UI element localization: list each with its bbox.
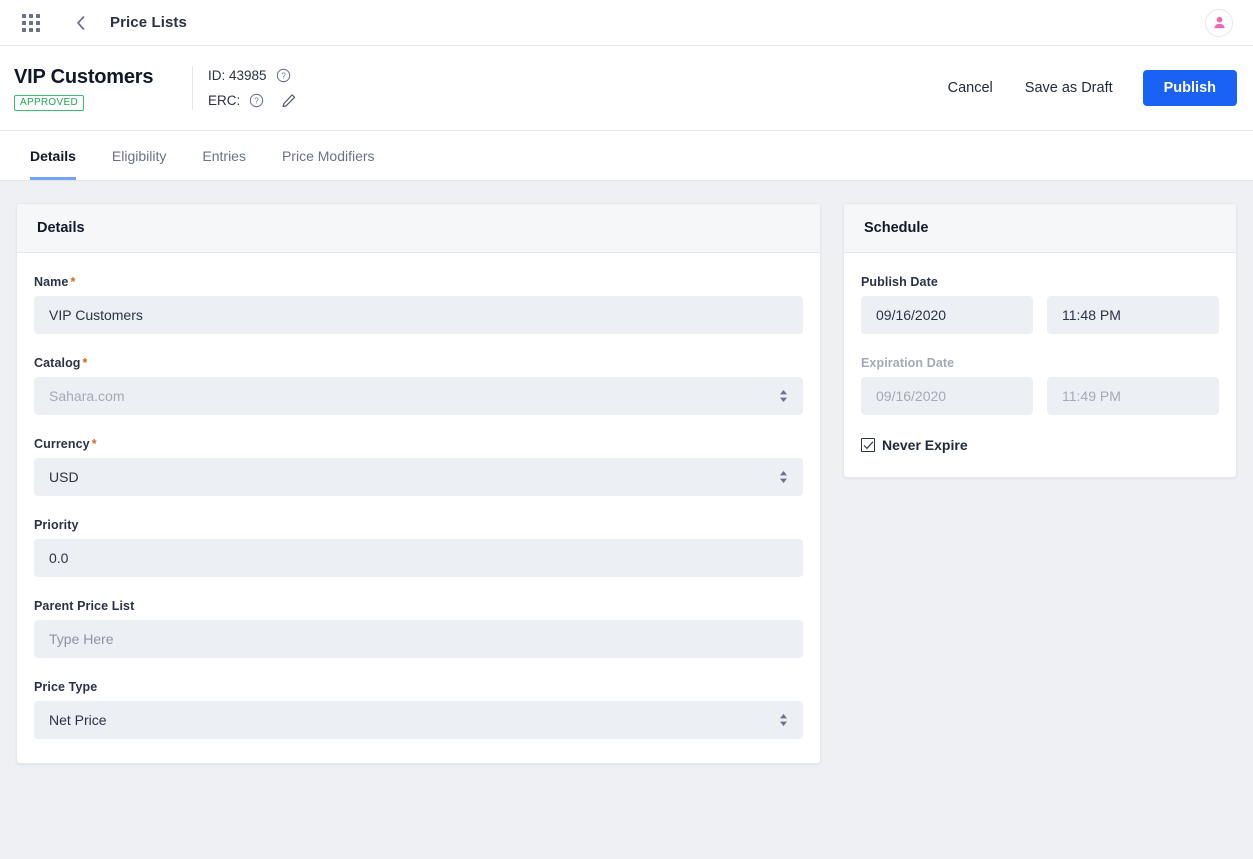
checkmark-icon <box>863 440 873 449</box>
details-card-title: Details <box>17 204 820 253</box>
schedule-card: Schedule Publish Date 09/16/2020 11:48 P… <box>843 203 1237 478</box>
help-circle-icon[interactable]: ? <box>276 68 291 83</box>
user-avatar-icon <box>1213 16 1225 29</box>
field-publish-date: Publish Date 09/16/2020 11:48 PM <box>861 275 1219 334</box>
app-bar: Price Lists <box>0 0 1253 46</box>
id-label: ID: 43985 <box>208 67 267 83</box>
schedule-card-title: Schedule <box>844 204 1236 253</box>
erc-row: ERC: ? <box>208 93 297 109</box>
details-card: Details Name * VIP Customers Catalog * Sah… <box>16 203 821 764</box>
name-label: Name * <box>34 275 803 289</box>
never-expire-row[interactable]: Never Expire <box>861 437 1219 453</box>
header-actions: Cancel Save as Draft Publish <box>932 70 1237 106</box>
field-name: Name * VIP Customers <box>34 275 803 334</box>
publish-date-row: 09/16/2020 11:48 PM <box>861 296 1219 334</box>
price-type-select-wrap: Net Price <box>34 701 803 739</box>
page-title: VIP Customers <box>14 66 154 88</box>
content-area: Details Name * VIP Customers Catalog * Sah… <box>0 181 1253 764</box>
field-expiration-date: Expiration Date 09/16/2020 11:49 PM <box>861 356 1219 415</box>
appbar-title: Price Lists <box>110 14 187 31</box>
currency-label: Currency * <box>34 437 803 451</box>
save-as-draft-button[interactable]: Save as Draft <box>1009 72 1129 104</box>
svg-text:?: ? <box>281 72 286 81</box>
catalog-label: Catalog * <box>34 356 803 370</box>
catalog-select-wrap: Sahara.com <box>34 377 803 415</box>
tab-entries[interactable]: Entries <box>202 148 246 180</box>
field-price-type: Price Type Net Price <box>34 680 803 739</box>
publish-date-input[interactable]: 09/16/2020 <box>861 296 1033 334</box>
name-label-text: Name <box>34 275 69 289</box>
pencil-edit-icon[interactable] <box>281 93 297 109</box>
tab-eligibility[interactable]: Eligibility <box>112 148 166 180</box>
erc-label: ERC: <box>208 92 241 108</box>
price-type-label: Price Type <box>34 680 98 694</box>
field-priority: Priority 0.0 <box>34 518 803 577</box>
cancel-button[interactable]: Cancel <box>932 72 1009 104</box>
publish-button[interactable]: Publish <box>1142 70 1237 106</box>
required-marker: * <box>70 275 76 289</box>
catalog-select[interactable]: Sahara.com <box>34 377 803 415</box>
grid-menu-icon[interactable] <box>22 13 40 32</box>
catalog-label-text: Catalog <box>34 356 81 370</box>
expiration-date-label: Expiration Date <box>861 356 955 370</box>
title-block: VIP Customers APPROVED <box>14 65 192 111</box>
currency-select[interactable]: USD <box>34 458 803 496</box>
name-input[interactable]: VIP Customers <box>34 296 803 334</box>
parent-price-list-input[interactable]: Type Here <box>34 620 803 658</box>
publish-time-input[interactable]: 11:48 PM <box>1047 296 1219 334</box>
field-catalog: Catalog * Sahara.com <box>34 356 803 415</box>
schedule-card-body: Publish Date 09/16/2020 11:48 PM Expirat… <box>844 253 1236 477</box>
expiration-time-input: 11:49 PM <box>1047 377 1219 415</box>
tab-bar: Details Eligibility Entries Price Modifi… <box>0 131 1253 181</box>
details-card-body: Name * VIP Customers Catalog * Sahara.com <box>17 253 820 763</box>
required-marker: * <box>82 356 88 370</box>
currency-select-wrap: USD <box>34 458 803 496</box>
never-expire-label: Never Expire <box>882 437 968 453</box>
expiration-date-row: 09/16/2020 11:49 PM <box>861 377 1219 415</box>
field-parent-price-list: Parent Price List Type Here <box>34 599 803 658</box>
avatar[interactable] <box>1205 8 1233 37</box>
page-header: VIP Customers APPROVED ID: 43985 ? ERC: … <box>0 46 1253 131</box>
svg-text:?: ? <box>255 97 260 106</box>
field-currency: Currency * USD <box>34 437 803 496</box>
header-meta: ID: 43985 ? ERC: ? <box>208 68 297 109</box>
priority-input[interactable]: 0.0 <box>34 539 803 577</box>
tab-price-modifiers[interactable]: Price Modifiers <box>282 148 375 180</box>
id-row: ID: 43985 ? <box>208 68 297 84</box>
price-type-select[interactable]: Net Price <box>34 701 803 739</box>
tab-details[interactable]: Details <box>30 148 76 180</box>
back-chevron-icon[interactable] <box>70 13 90 33</box>
help-circle-icon[interactable]: ? <box>249 93 264 108</box>
status-badge: APPROVED <box>14 95 84 111</box>
currency-label-text: Currency <box>34 437 90 451</box>
parent-price-list-label: Parent Price List <box>34 599 135 613</box>
priority-label: Priority <box>34 518 79 532</box>
required-marker: * <box>91 437 97 451</box>
publish-date-label: Publish Date <box>861 275 938 289</box>
never-expire-checkbox[interactable] <box>861 438 875 452</box>
expiration-date-input: 09/16/2020 <box>861 377 1033 415</box>
header-divider <box>192 66 193 110</box>
